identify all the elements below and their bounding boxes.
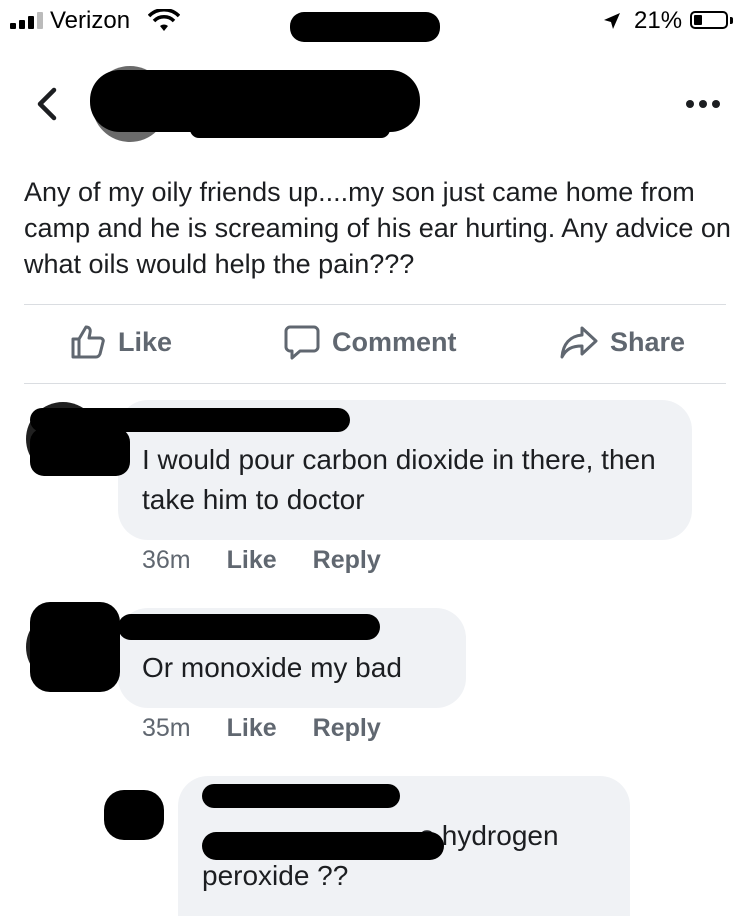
redaction-mark (30, 428, 130, 476)
share-label: Share (610, 326, 686, 357)
battery-icon (690, 11, 728, 29)
post-text: Any of my oily friends up....my son just… (24, 177, 731, 279)
like-button[interactable]: Like (70, 324, 172, 360)
comment-icon (284, 325, 320, 360)
comment-like-button[interactable]: Like (227, 546, 277, 575)
comment-like-button[interactable]: Like (227, 714, 277, 743)
comment-meta: 35m Like Reply (142, 714, 381, 743)
more-options-icon[interactable] (686, 100, 720, 108)
post-actions: Like Comment Share (0, 304, 750, 384)
redaction-mark (190, 120, 390, 138)
share-arrow-icon (560, 326, 598, 359)
status-bar: Verizon 21% (0, 0, 750, 42)
redaction-mark (202, 832, 444, 860)
redaction-mark (202, 784, 400, 808)
reply-avatar[interactable] (104, 790, 164, 840)
carrier-name: Verizon (50, 7, 131, 34)
divider (24, 383, 726, 384)
wifi-icon (148, 9, 180, 31)
comment-text: Or monoxide my bad (142, 652, 402, 683)
comment-time: 35m (142, 714, 191, 742)
battery-percent: 21% (634, 7, 683, 34)
redaction-mark (290, 12, 440, 42)
comment-time: 36m (142, 546, 191, 574)
location-arrow-icon (604, 13, 620, 29)
comment-text: I would pour carbon dioxide in there, th… (142, 444, 656, 515)
thumbs-up-icon (71, 325, 105, 359)
comment-button[interactable]: Comment (284, 324, 457, 360)
redaction-mark (30, 602, 120, 692)
comment-reply-button[interactable]: Reply (313, 546, 381, 575)
share-button[interactable]: Share (560, 324, 685, 360)
redaction-mark (118, 614, 380, 640)
chevron-left-icon[interactable] (34, 86, 60, 122)
signal-icon (10, 11, 43, 29)
comment-reply-button[interactable]: Reply (313, 714, 381, 743)
comment-meta: 36m Like Reply (142, 546, 381, 575)
comment-label: Comment (332, 326, 457, 357)
like-label: Like (118, 326, 173, 357)
